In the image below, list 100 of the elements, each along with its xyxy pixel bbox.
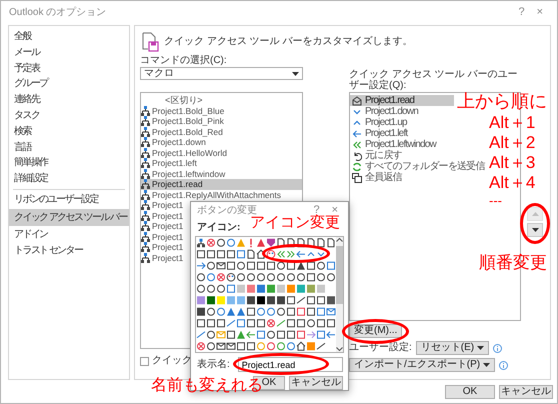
hierarchy-icon [141, 168, 150, 179]
toolbar-label: クイック アクセス ツール バーのユーザー設定(Q): [349, 69, 518, 91]
list-item[interactable]: すべてのフォルダーを送受信 [350, 161, 486, 172]
list-item[interactable]: 元に戻す [350, 150, 403, 161]
hierarchy-icon [141, 221, 150, 232]
hierarchy-icon [141, 242, 150, 252]
hierarchy-icon [141, 148, 150, 158]
import-export-button[interactable]: インポート/エクスポート(P) [349, 358, 496, 372]
display-name-label: 表示名: [197, 358, 230, 370]
modify-button[interactable]: 変更(M)... [349, 324, 402, 338]
envelope-icon [352, 96, 362, 106]
sync-icon [352, 162, 362, 172]
sidebar-item[interactable]: タスク [9, 108, 129, 124]
sidebar-item[interactable]: 全般 [9, 29, 129, 45]
list-item[interactable]: Project1 [141, 232, 184, 242]
close-button[interactable]: × [530, 6, 549, 20]
annotation-text: 上から順に [457, 92, 547, 110]
annotation-text: Alt＋1 [489, 114, 536, 131]
chevron-down-icon [336, 347, 343, 351]
caret-icon [483, 363, 490, 367]
list-item[interactable]: Project1.down [350, 106, 419, 117]
hierarchy-icon [141, 210, 150, 221]
list-item[interactable]: Project1 [141, 200, 184, 210]
ok-button[interactable]: OK [445, 384, 495, 398]
annotation-text: Alt＋3 [489, 154, 536, 171]
info-icon [493, 344, 502, 352]
list-item[interactable]: <区切り> [141, 95, 204, 106]
sidebar-item[interactable]: 簡単操作 [9, 155, 129, 172]
sidebar-item[interactable]: 連絡先 [9, 92, 129, 108]
annotation-text: Alt＋4 [489, 174, 536, 191]
highlight-ellipse [262, 244, 330, 263]
sidebar-item[interactable]: 検索 [9, 124, 129, 140]
windows-icon [352, 172, 362, 182]
hierarchy-icon [141, 252, 150, 263]
checkbox-label: クイック [152, 355, 192, 367]
scrollbar[interactable] [336, 237, 343, 352]
list-item[interactable]: Project1.left [350, 128, 408, 139]
list-item[interactable]: Project1.left [141, 158, 198, 168]
display-name-field[interactable]: Project1.read [238, 357, 343, 372]
sidebar-item[interactable]: メール [9, 44, 129, 61]
list-item[interactable]: Project1.leftwindow [350, 139, 437, 150]
hierarchy-icon [141, 116, 150, 126]
undo-icon [352, 150, 362, 160]
reset-button[interactable]: リセット(E) [416, 341, 490, 355]
list-item[interactable]: Project1 [141, 242, 184, 252]
command-dropdown[interactable]: マクロ [140, 67, 303, 80]
command-label: コマンドの選択(C): [140, 55, 228, 67]
hierarchy-icon [141, 106, 150, 116]
list-item[interactable]: Project1.ReplyAllWithAttachments [141, 190, 282, 200]
hierarchy-icon [141, 137, 150, 148]
list-item[interactable]: Project1.HelloWorld [141, 148, 228, 158]
list-item[interactable]: Project1.leftwindow [141, 168, 226, 179]
hierarchy-icon [141, 200, 150, 210]
chevron-up-icon [336, 238, 343, 242]
window-title: Outlook のオプション [9, 7, 108, 19]
hierarchy-icon [141, 126, 150, 137]
checkbox[interactable] [140, 356, 149, 366]
list-item[interactable]: Project1.down [141, 137, 207, 148]
annotation-text: 順番変更 [479, 254, 547, 271]
sidebar-item[interactable]: クイック アクセス ツール バー [9, 208, 129, 226]
list-item[interactable]: Project1 [141, 221, 184, 232]
scroll-thumb[interactable] [336, 246, 343, 304]
annotation-text: --- [489, 194, 502, 207]
sidebar-item[interactable]: 詳細設定 [9, 171, 129, 187]
list-item[interactable]: Project1 [141, 210, 184, 221]
caret-icon [477, 346, 484, 350]
list-item[interactable]: Project1.read [350, 95, 454, 106]
annotation-text: Alt＋2 [489, 134, 536, 151]
caret-down-icon [532, 228, 538, 232]
sidebar-item[interactable]: アドイン [9, 226, 129, 243]
sidebar-item[interactable]: トラスト センター [9, 242, 129, 258]
list-item[interactable]: Project1 [141, 252, 184, 263]
sidebar-item[interactable]: グループ [9, 76, 129, 92]
hierarchy-icon [141, 190, 150, 200]
dialog-title: ボタンの変更 [197, 205, 258, 216]
hierarchy-icon [141, 158, 150, 168]
caret-up-icon [532, 212, 538, 216]
sidebar-item[interactable]: 言語 [9, 140, 129, 156]
caret-icon [292, 72, 299, 76]
section-title: クイック アクセス ツール バーをカスタマイズします。 [164, 36, 412, 48]
move-down-button[interactable] [527, 223, 543, 237]
highlight-ellipse [520, 203, 550, 244]
list-item[interactable]: Project1.Bold_Pink [141, 116, 225, 126]
arrow-left-icon [352, 128, 362, 138]
list-item[interactable]: Project1.up [350, 117, 408, 128]
hierarchy-icon [141, 179, 150, 190]
cancel-button[interactable]: キャンセル [289, 376, 343, 390]
annotation-text: アイコン変更 [250, 215, 340, 230]
icons-label: アイコン: [197, 221, 240, 235]
info-icon [499, 360, 508, 370]
sidebar-item[interactable]: 予定表 [9, 60, 129, 76]
list-item[interactable]: 全員返信 [350, 172, 403, 183]
list-item[interactable]: Project1.Bold_Blue [141, 106, 226, 116]
cancel-button[interactable]: キャンセル [499, 384, 553, 398]
hierarchy-icon [141, 232, 150, 242]
document-icon [140, 32, 160, 52]
double-chevron-icon [352, 140, 362, 150]
list-item[interactable]: Project1.Bold_Red [141, 126, 224, 137]
sidebar-item[interactable]: リボンのユーザー設定 [9, 192, 129, 208]
list-item[interactable]: Project1.read [141, 179, 302, 190]
